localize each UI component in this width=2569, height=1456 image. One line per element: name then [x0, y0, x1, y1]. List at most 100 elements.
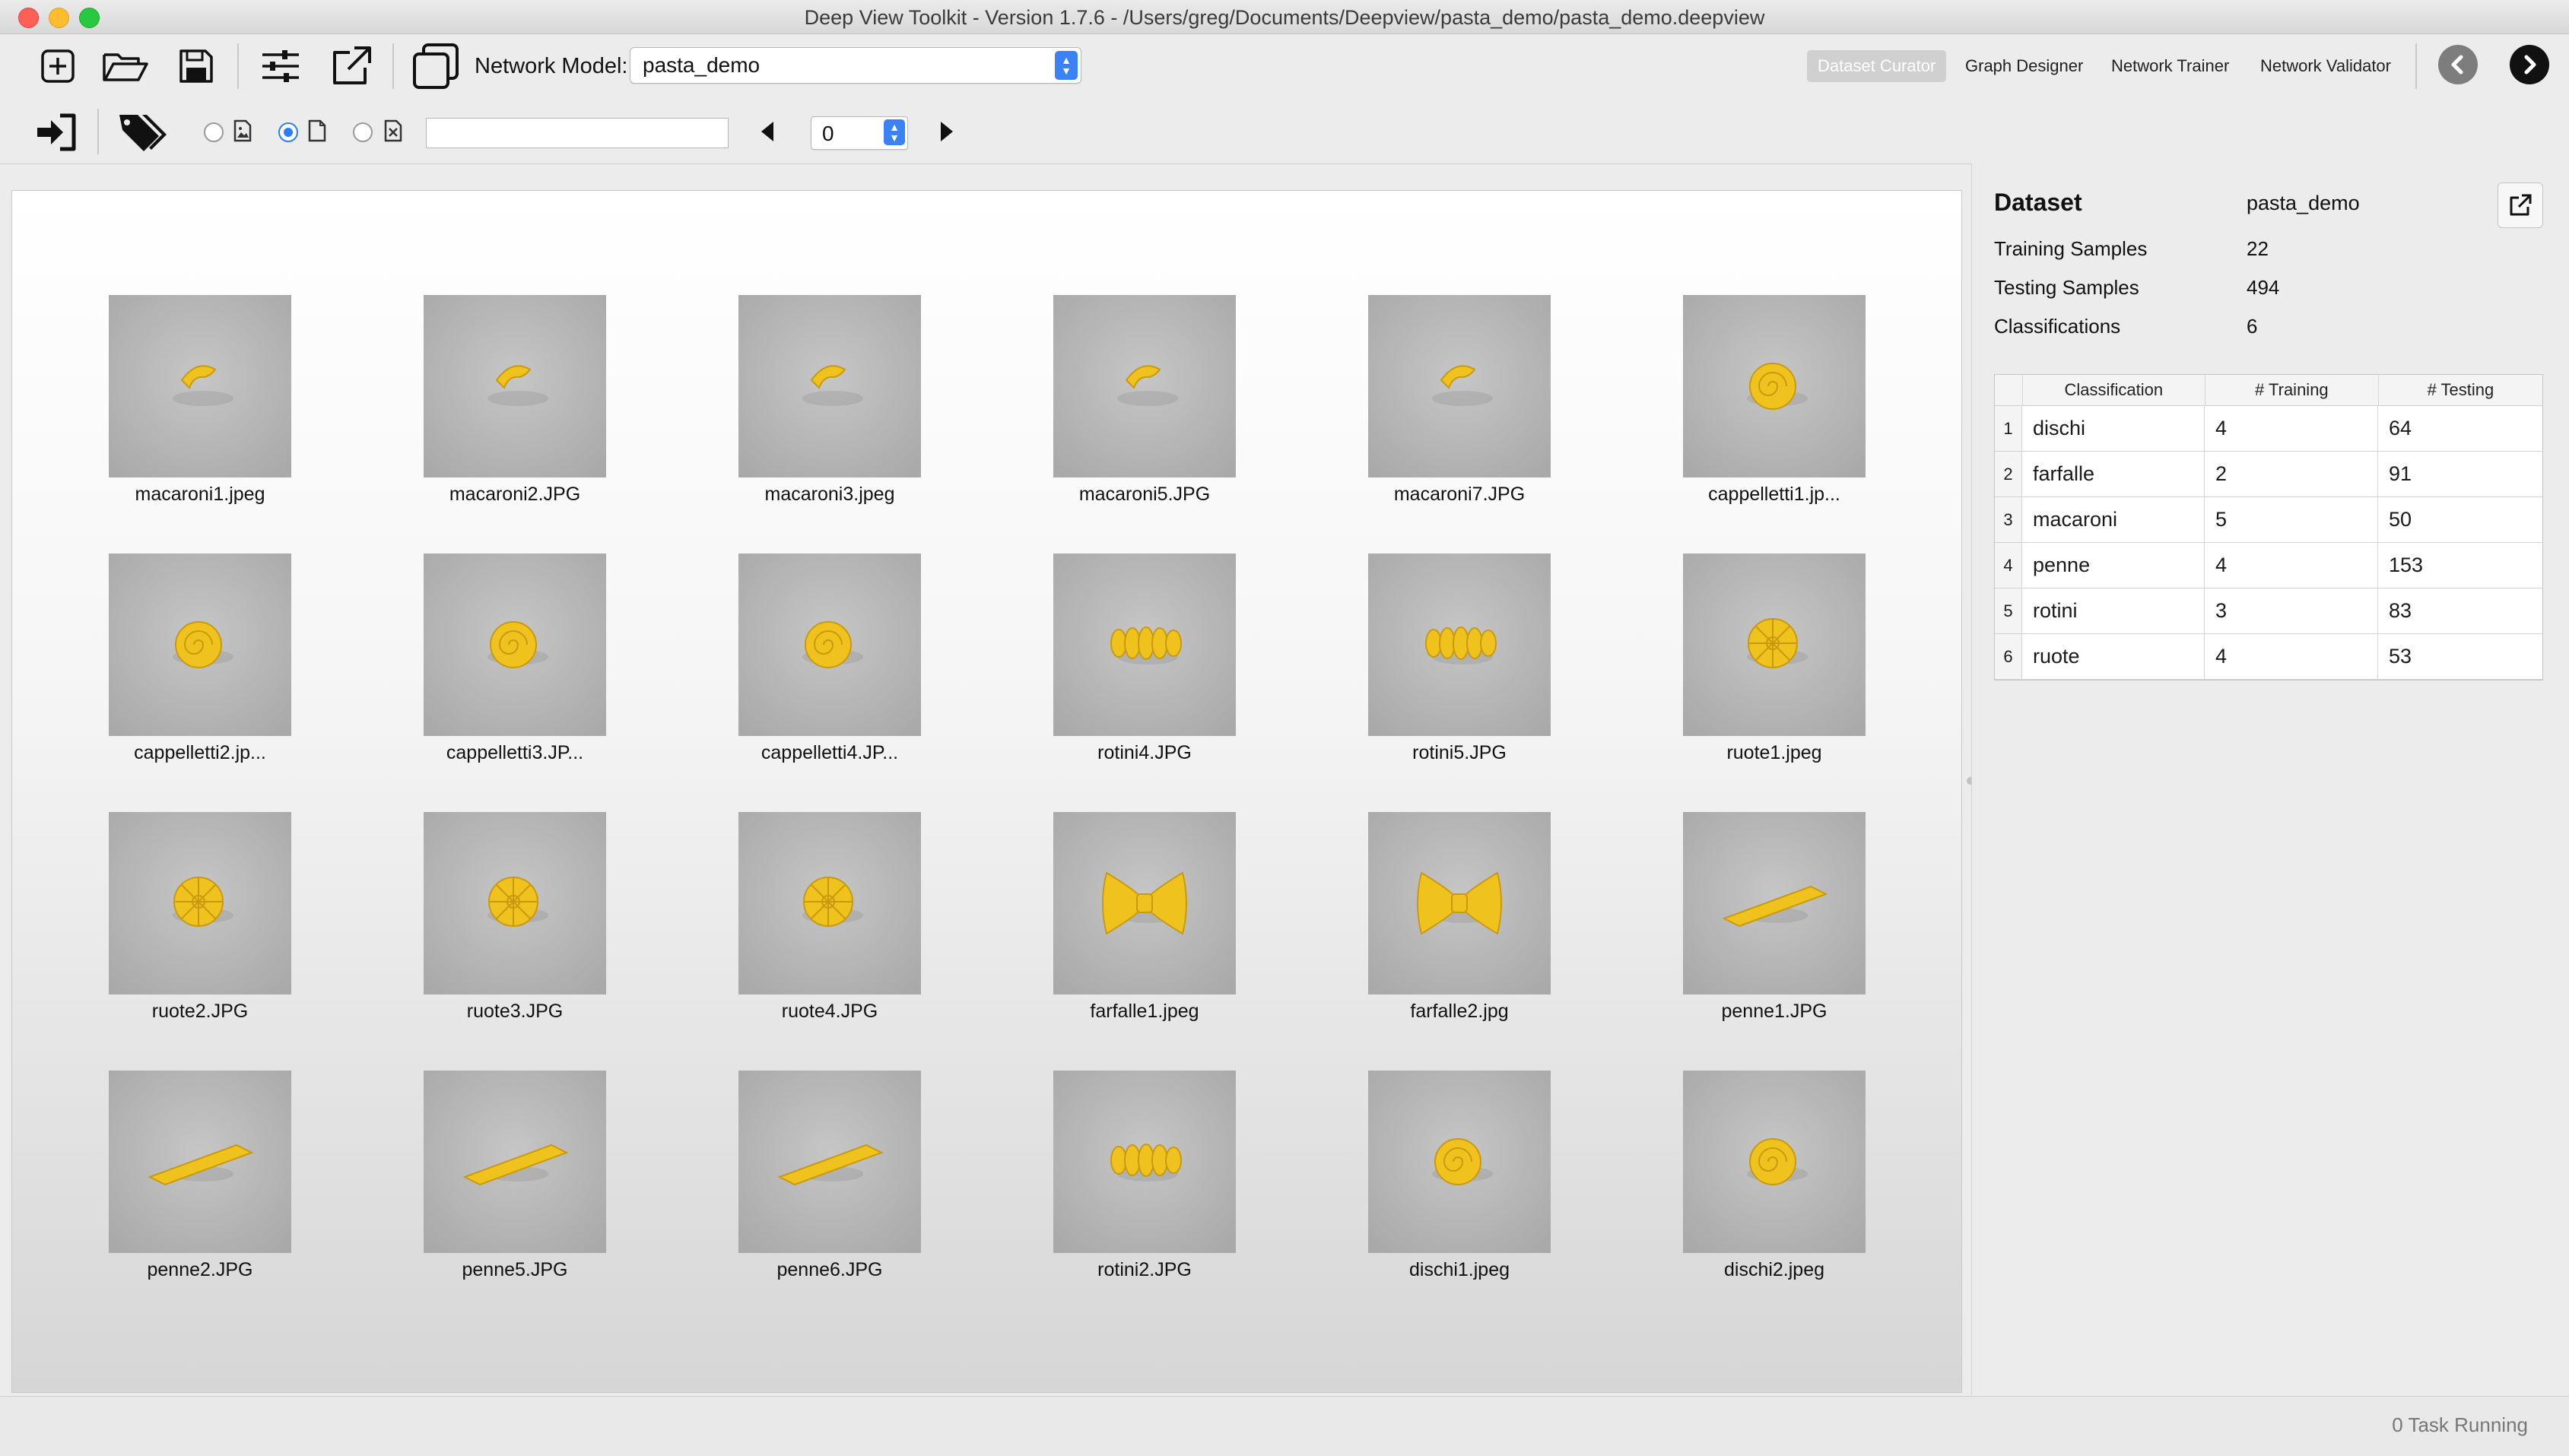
view-images-radio[interactable] [204, 122, 224, 142]
classification-cell: macaroni [2022, 497, 2205, 542]
row-index: 6 [1995, 634, 2022, 679]
thumbnail-image[interactable] [109, 554, 291, 736]
forward-button[interactable] [2510, 45, 2549, 84]
thumbnail-image[interactable] [1368, 295, 1551, 477]
gallery-item[interactable]: cappelletti4.JP... [738, 554, 921, 774]
testing-count-cell: 50 [2389, 508, 2412, 531]
thumbnail-caption: ruote3.JPG [466, 1001, 564, 1022]
tab-graph-designer[interactable]: Graph Designer [1955, 50, 2094, 82]
table-row[interactable]: 4 penne 4 153 [1995, 543, 2542, 588]
thumbnail-caption: penne6.JPG [776, 1259, 883, 1280]
settings-button[interactable] [259, 45, 303, 87]
gallery-item[interactable]: ruote2.JPG [109, 812, 291, 1033]
gallery-item[interactable]: rotini4.JPG [1053, 554, 1236, 774]
gallery-item[interactable]: ruote4.JPG [738, 812, 921, 1033]
gallery-item[interactable]: penne5.JPG [424, 1071, 606, 1291]
gallery-item[interactable]: ruote3.JPG [424, 812, 606, 1033]
gallery-item[interactable]: penne2.JPG [109, 1071, 291, 1291]
filter-input[interactable] [426, 118, 729, 148]
folder-open-icon [103, 53, 148, 81]
thumbnail-image[interactable] [1053, 295, 1236, 477]
save-project-button[interactable] [175, 45, 218, 87]
thumbnail-image[interactable] [1368, 812, 1551, 994]
dataset-export-button[interactable] [2498, 182, 2543, 228]
thumbnail-image[interactable] [1053, 1071, 1236, 1253]
thumbnail-image[interactable] [738, 812, 921, 994]
network-model-label: Network Model: [475, 54, 628, 78]
classification-cell: farfalle [2022, 452, 2205, 496]
gallery-item[interactable]: macaroni7.JPG [1368, 295, 1551, 515]
gallery-item[interactable]: cappelletti2.jp... [109, 554, 291, 774]
classification-table: Classification # Training # Testing 1 di… [1994, 374, 2543, 680]
thumbnail-image[interactable] [1683, 554, 1866, 736]
thumbnail-caption: cappelletti3.JP... [446, 742, 584, 763]
thumbnail-image[interactable] [424, 1071, 606, 1253]
gallery-item[interactable]: dischi1.jpeg [1368, 1071, 1551, 1291]
thumbnail-image[interactable] [424, 295, 606, 477]
dataset-name: pasta_demo [2247, 192, 2360, 214]
tags-button[interactable] [116, 109, 169, 156]
thumbnail-image[interactable] [109, 812, 291, 994]
thumbnail-image[interactable] [738, 554, 921, 736]
gallery-item[interactable]: macaroni1.jpeg [109, 295, 291, 515]
gallery-item[interactable]: macaroni3.jpeg [738, 295, 921, 515]
back-button[interactable] [2438, 45, 2478, 84]
previous-page-button[interactable] [757, 118, 777, 145]
testing-count-cell: 53 [2389, 645, 2412, 668]
table-row[interactable]: 1 dischi 4 64 [1995, 406, 2542, 452]
gallery-item[interactable]: dischi2.jpeg [1683, 1071, 1866, 1291]
next-page-button[interactable] [937, 118, 957, 145]
training-header[interactable]: # Training [2205, 375, 2379, 405]
table-row[interactable]: 2 farfalle 2 91 [1995, 452, 2542, 497]
page-value: 0 [822, 122, 834, 145]
sliders-icon [262, 50, 299, 82]
gallery-item[interactable]: ruote1.jpeg [1683, 554, 1866, 774]
gallery-item[interactable]: cappelletti3.JP... [424, 554, 606, 774]
tab-network-trainer[interactable]: Network Trainer [2101, 50, 2240, 82]
copy-window-button[interactable] [411, 42, 461, 90]
network-model-select[interactable]: pasta_demo ▲ ▼ [630, 47, 1081, 84]
classifications-label: Classifications [1994, 315, 2121, 338]
row-index: 4 [1995, 543, 2022, 588]
table-row[interactable]: 6 ruote 4 53 [1995, 634, 2542, 680]
tab-dataset-curator[interactable]: Dataset Curator [1807, 50, 1947, 82]
thumbnail-image[interactable] [738, 295, 921, 477]
thumbnail-image[interactable] [1683, 295, 1866, 477]
gallery-item[interactable]: penne1.JPG [1683, 812, 1866, 1033]
testing-header[interactable]: # Testing [2379, 375, 2542, 405]
gallery-item[interactable]: farfalle1.jpeg [1053, 812, 1236, 1033]
gallery-item[interactable]: rotini5.JPG [1368, 554, 1551, 774]
table-row[interactable]: 5 rotini 3 83 [1995, 588, 2542, 634]
gallery-item[interactable]: farfalle2.jpg [1368, 812, 1551, 1033]
new-project-button[interactable] [37, 45, 79, 87]
page-stepper[interactable]: 0 ▲ ▼ [811, 116, 908, 150]
classification-header[interactable]: Classification [2023, 375, 2205, 405]
gallery-item[interactable]: macaroni2.JPG [424, 295, 606, 515]
export-button[interactable] [329, 43, 374, 87]
thumbnail-image[interactable] [109, 295, 291, 477]
open-project-button[interactable] [100, 45, 151, 87]
thumbnail-image[interactable] [424, 554, 606, 736]
view-excluded-radio[interactable] [353, 122, 373, 142]
copy-windows-icon [413, 43, 459, 89]
import-button[interactable] [33, 110, 79, 154]
view-files-radio[interactable] [278, 122, 298, 142]
table-row[interactable]: 3 macaroni 5 50 [1995, 497, 2542, 543]
thumbnail-image[interactable] [1368, 554, 1551, 736]
thumbnail-image[interactable] [1368, 1071, 1551, 1253]
thumbnail-caption: ruote2.JPG [151, 1001, 249, 1022]
thumbnail-caption: ruote1.jpeg [1726, 742, 1822, 763]
image-gallery[interactable]: macaroni1.jpeg macaroni2.JPG macaroni3.j… [11, 190, 1962, 1393]
gallery-item[interactable]: cappelletti1.jp... [1683, 295, 1866, 515]
thumbnail-image[interactable] [1053, 554, 1236, 736]
thumbnail-image[interactable] [1683, 1071, 1866, 1253]
thumbnail-image[interactable] [424, 812, 606, 994]
thumbnail-image[interactable] [1683, 812, 1866, 994]
thumbnail-image[interactable] [1053, 812, 1236, 994]
thumbnail-image[interactable] [109, 1071, 291, 1253]
tab-network-validator[interactable]: Network Validator [2250, 50, 2402, 82]
gallery-item[interactable]: penne6.JPG [738, 1071, 921, 1291]
thumbnail-image[interactable] [738, 1071, 921, 1253]
gallery-item[interactable]: rotini2.JPG [1053, 1071, 1236, 1291]
gallery-item[interactable]: macaroni5.JPG [1053, 295, 1236, 515]
